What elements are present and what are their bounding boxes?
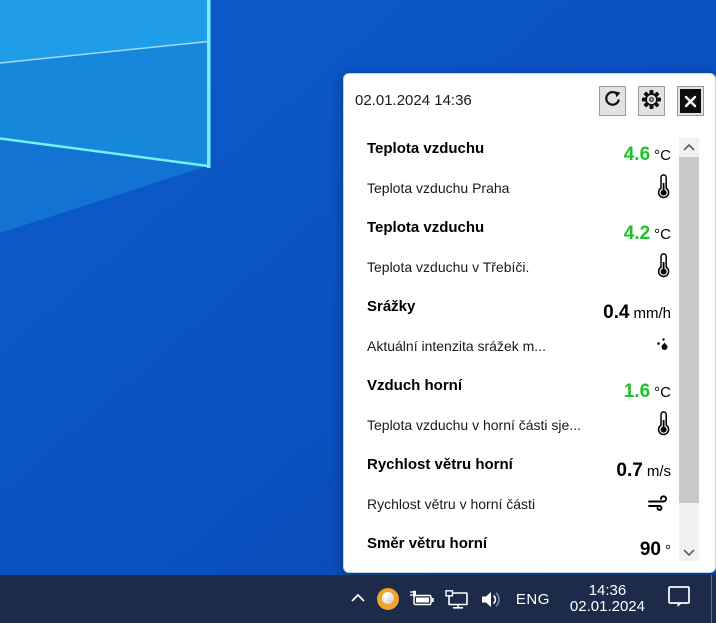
sensor-unit: °C: [654, 147, 671, 164]
wind-icon: [648, 494, 671, 516]
gear-icon: [641, 89, 662, 113]
sensor-title: Vzduch horní: [367, 377, 462, 395]
show-desktop-button[interactable]: [711, 575, 712, 623]
panel-scrollbar[interactable]: [679, 138, 699, 561]
battery-charging-icon[interactable]: [409, 575, 435, 623]
sensor-row: Teplota vzduchu 4.6°C Teplota vzduchu Pr…: [367, 140, 671, 219]
close-icon: [680, 89, 701, 113]
weather-widget-panel: 02.01.2024 14:36: [343, 73, 716, 573]
sensor-title: Směr větru horní: [367, 535, 487, 553]
raindrops-icon: [654, 336, 671, 358]
notification-bubble-icon: [667, 585, 691, 613]
thermometer-icon: [656, 411, 671, 441]
sensor-title: Teplota vzduchu: [367, 219, 484, 237]
sensor-row: Srážky 0.4 mm/h Aktuální intenzita srážek…: [367, 298, 671, 377]
scrollbar-thumb[interactable]: [679, 157, 699, 503]
sensor-unit: °: [665, 542, 671, 559]
sensor-subtitle: Teplota vzduchu v horní části sje...: [367, 413, 581, 433]
chevron-up-icon: [350, 590, 366, 608]
sensor-value: 4.2: [624, 223, 650, 244]
sensor-unit: m/s: [647, 463, 671, 480]
sensor-row: Rychlost větru horní 0.7 m/s Rychlost vět…: [367, 456, 671, 535]
panel-header: 02.01.2024 14:36: [344, 74, 715, 116]
scroll-down-button[interactable]: [679, 543, 699, 561]
sensor-subtitle: Rychlost větru v horní části: [367, 492, 535, 512]
taskbar-clock[interactable]: 14:36 02.01.2024: [570, 583, 645, 615]
settings-button[interactable]: [638, 86, 665, 116]
sensor-subtitle: Aktuální intenzita srážek m...: [367, 334, 546, 354]
hidden-icons-button[interactable]: [345, 575, 371, 623]
sensor-unit: mm/h: [634, 305, 672, 322]
clock-date: 02.01.2024: [570, 599, 645, 615]
close-button[interactable]: [677, 86, 704, 116]
refresh-icon: [603, 90, 622, 112]
thermometer-icon: [656, 174, 671, 204]
sensor-value: 1.6: [624, 381, 650, 402]
sensor-unit: °C: [654, 226, 671, 243]
refresh-button[interactable]: [599, 86, 626, 116]
sensor-title: Srážky: [367, 298, 415, 316]
sensor-list: Teplota vzduchu 4.6°C Teplota vzduchu Pr…: [367, 140, 671, 573]
clock-time: 14:36: [570, 583, 645, 599]
sensor-value: 0.4: [603, 302, 629, 323]
sensor-title: Teplota vzduchu: [367, 140, 484, 158]
thermometer-icon: [656, 253, 671, 283]
chevron-down-icon: [683, 543, 695, 561]
sensor-title: Rychlost větru horní: [367, 456, 513, 474]
sensor-value: 4.6: [624, 144, 650, 165]
panel-datetime: 02.01.2024 14:36: [355, 86, 472, 109]
sensor-subtitle: Teplota vzduchu Praha: [367, 176, 509, 196]
language-indicator[interactable]: ENG: [516, 575, 550, 623]
taskbar: ENG 14:36 02.01.2024: [0, 575, 716, 623]
scroll-up-button[interactable]: [679, 138, 699, 156]
sensor-value: 90: [640, 539, 661, 560]
action-center-button[interactable]: [667, 575, 691, 623]
panel-header-buttons: [599, 86, 704, 116]
chevron-up-icon: [683, 138, 695, 156]
sensor-unit: °C: [654, 384, 671, 401]
sensor-value: 0.7: [616, 460, 642, 481]
sensor-row: Vzduch horní 1.6°C Teplota vzduchu v hor…: [367, 377, 671, 456]
sensor-subtitle: Teplota vzduchu v Třebíči.: [367, 255, 529, 275]
network-icon[interactable]: [445, 575, 470, 623]
system-tray: ENG 14:36 02.01.2024: [345, 575, 716, 623]
sensor-row: Teplota vzduchu 4.2°C Teplota vzduchu v …: [367, 219, 671, 298]
sensor-row: Směr větru horní 90°: [367, 535, 671, 573]
tray-app-orange-icon[interactable]: [377, 588, 399, 610]
speaker-volume-icon[interactable]: [480, 575, 504, 623]
